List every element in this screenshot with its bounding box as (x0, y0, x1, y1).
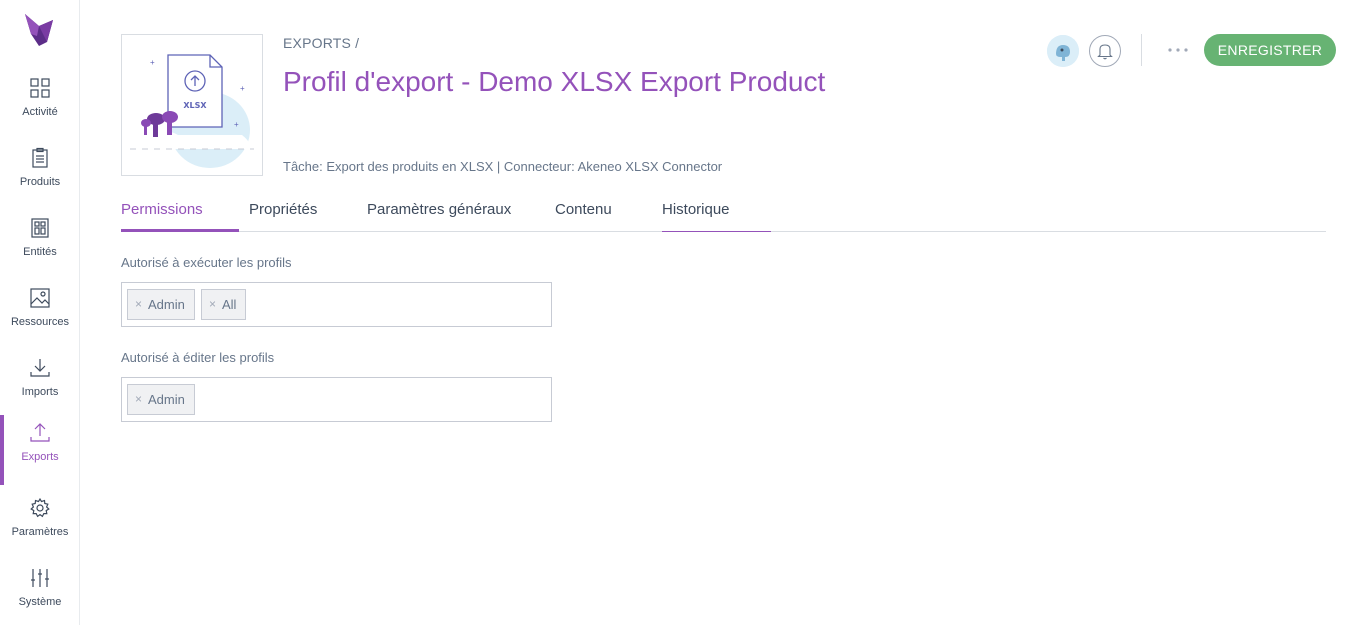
sidebar-item-label: Entités (23, 246, 57, 258)
tag-label: All (222, 297, 237, 312)
dashboard-icon (30, 78, 50, 98)
sidebar: Activité Produits Entités Ressources Imp… (0, 0, 80, 625)
sidebar-item-activite[interactable]: Activité (0, 70, 80, 140)
user-avatar[interactable] (1047, 35, 1079, 67)
edit-permission-label: Autorisé à éditer les profils (121, 350, 275, 365)
sidebar-item-label: Exports (21, 451, 59, 463)
tab-parametres-generaux[interactable]: Paramètres généraux (367, 190, 511, 232)
svg-text:+: + (240, 84, 245, 93)
import-icon (30, 359, 50, 377)
execute-permission-label: Autorisé à exécuter les profils (121, 255, 292, 270)
sidebar-item-parametres[interactable]: Paramètres (0, 490, 80, 560)
export-icon (30, 423, 50, 442)
close-icon[interactable]: × (135, 385, 142, 414)
close-icon[interactable]: × (209, 290, 216, 319)
tag-label: Admin (148, 297, 185, 312)
tab-contenu[interactable]: Contenu (555, 190, 612, 232)
sidebar-item-exports[interactable]: Exports (0, 415, 80, 485)
xlsx-file-illustration-icon: XLSX + + + (130, 54, 254, 168)
tab-permissions[interactable]: Permissions (121, 190, 239, 232)
image-icon (30, 288, 50, 308)
thumbnail-label: XLSX (183, 101, 207, 110)
tab-proprietes[interactable]: Propriétés (249, 190, 317, 232)
sidebar-item-label: Activité (22, 106, 58, 118)
page-title: Profil d'export - Demo XLSX Export Produ… (283, 66, 826, 97)
job-meta-info: Tâche: Export des produits en XLSX | Con… (283, 159, 723, 174)
entities-icon (31, 218, 49, 238)
svg-text:+: + (150, 58, 155, 67)
sidebar-item-label: Ressources (10, 316, 70, 328)
svg-text:+: + (234, 120, 239, 129)
gear-icon (30, 497, 50, 518)
edit-permission-input[interactable]: × Admin (121, 377, 552, 422)
tab-bar: Permissions Propriétés Paramètres généra… (121, 190, 1326, 232)
save-button[interactable]: ENREGISTRER (1204, 34, 1336, 66)
close-icon[interactable]: × (135, 290, 142, 319)
bell-icon (1097, 44, 1113, 60)
tag-admin: × Admin (127, 289, 195, 320)
akeneo-logo-icon[interactable] (23, 12, 55, 46)
header-divider (1141, 34, 1142, 66)
sidebar-item-label: Imports (21, 386, 59, 398)
sidebar-item-label: Système (18, 596, 62, 608)
notifications-button[interactable] (1089, 35, 1121, 67)
sidebar-item-imports[interactable]: Imports (0, 350, 80, 420)
sidebar-item-produits[interactable]: Produits (0, 140, 80, 210)
tag-all: × All (201, 289, 247, 320)
tag-label: Admin (148, 392, 185, 407)
sidebar-item-label: Paramètres (11, 526, 69, 538)
sidebar-item-label: Produits (19, 176, 61, 188)
tag-admin: × Admin (127, 384, 195, 415)
more-dots-icon (1168, 48, 1188, 52)
user-avatar-icon (1047, 35, 1079, 67)
sidebar-item-systeme[interactable]: Système (0, 560, 80, 625)
execute-permission-input[interactable]: × Admin × All (121, 282, 552, 327)
clipboard-icon (32, 147, 48, 168)
more-actions-button[interactable] (1163, 36, 1193, 64)
export-profile-thumbnail: XLSX + + + (121, 34, 263, 176)
sidebar-item-entites[interactable]: Entités (0, 210, 80, 280)
sidebar-item-ressources[interactable]: Ressources (0, 280, 80, 350)
tab-historique[interactable]: Historique (662, 190, 771, 232)
breadcrumb[interactable]: EXPORTS / (283, 35, 359, 51)
sliders-icon (31, 569, 49, 587)
